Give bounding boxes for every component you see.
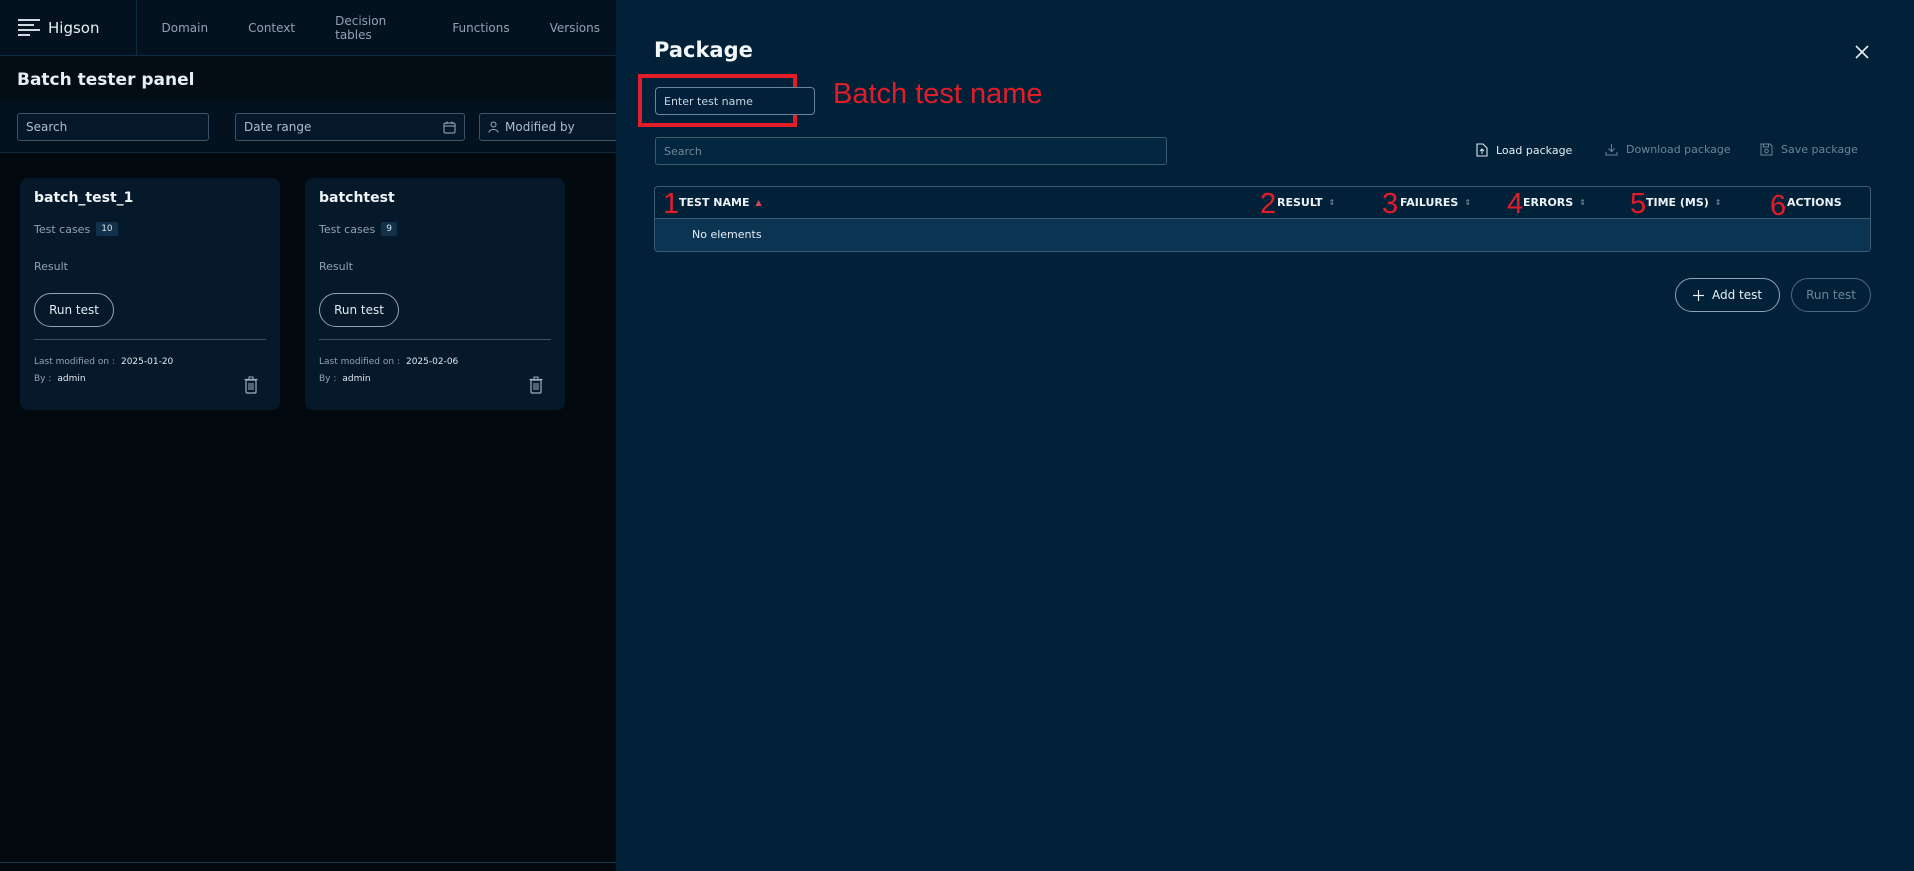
test-cases-count-badge: 10 <box>96 222 118 236</box>
file-upload-icon <box>1476 143 1488 157</box>
tests-table: 1 TEST NAME ▲ 2 RESULT ⇕ 3 FAILURES ⇕ 4 ERR… <box>654 186 1871 252</box>
nav-versions[interactable]: Versions <box>530 21 620 35</box>
package-search-input[interactable] <box>655 137 1167 165</box>
test-name-input[interactable] <box>655 87 815 115</box>
load-package-button[interactable]: Load package <box>1476 143 1572 157</box>
card-title: batch_test_1 <box>34 190 134 206</box>
save-package-button[interactable]: Save package <box>1760 143 1858 156</box>
column-label: ACTIONS <box>1787 196 1842 209</box>
panel-search-input[interactable]: Search <box>17 113 209 141</box>
download-icon <box>1605 144 1618 156</box>
nav-context[interactable]: Context <box>228 21 315 35</box>
top-bar: Higson Domain Context Decision tables Fu… <box>0 0 620 56</box>
test-cases-label: Test cases <box>319 222 376 236</box>
drawer-title: Package <box>654 38 753 62</box>
modified-by-select[interactable]: Modified by <box>479 113 619 141</box>
table-header: 1 TEST NAME ▲ 2 RESULT ⇕ 3 FAILURES ⇕ 4 ERR… <box>655 187 1870 222</box>
add-test-label: Add test <box>1711 288 1763 302</box>
load-package-label: Load package <box>1496 143 1573 157</box>
user-icon <box>488 121 499 133</box>
trash-icon[interactable] <box>529 376 543 394</box>
card-meta: Last modified on : 2025-02-06 By : admin <box>319 354 551 388</box>
nav-functions[interactable]: Functions <box>432 21 529 35</box>
column-label: RESULT <box>1277 196 1323 209</box>
app-name: Higson <box>48 18 100 37</box>
calendar-icon <box>443 121 456 133</box>
column-label: TEST NAME <box>679 196 750 209</box>
by-user: admin <box>342 374 371 384</box>
table-body: No elements <box>655 219 1870 251</box>
annotation-label: Batch test name <box>833 78 1043 110</box>
column-number: 1 <box>663 188 680 220</box>
add-test-button[interactable]: Add test <box>1675 278 1780 312</box>
by-user: admin <box>57 374 86 384</box>
trash-icon[interactable] <box>244 376 258 394</box>
modified-by-placeholder: Modified by <box>505 120 575 134</box>
modified-date: 2025-02-06 <box>405 357 459 367</box>
result-label: Result <box>319 260 353 273</box>
by-label: By : <box>34 374 52 384</box>
download-package-button[interactable]: Download package <box>1605 143 1731 156</box>
empty-message: No elements <box>692 228 762 241</box>
column-label: TIME (MS) <box>1646 196 1709 209</box>
column-errors[interactable]: ERRORS ⇕ <box>1523 196 1586 209</box>
page-title: Batch tester panel <box>17 70 195 90</box>
logo-icon <box>18 18 40 37</box>
column-number: 2 <box>1260 188 1277 220</box>
save-icon <box>1760 143 1773 156</box>
modified-date: 2025-01-20 <box>120 357 174 367</box>
nav-domain[interactable]: Domain <box>137 21 229 35</box>
date-range-input[interactable]: Date range <box>235 113 465 141</box>
save-package-label: Save package <box>1781 143 1858 156</box>
divider <box>34 339 266 340</box>
batch-card: batch_test_1 Test cases 10 Result Run te… <box>20 178 280 410</box>
divider <box>319 339 551 340</box>
column-actions: ACTIONS <box>1787 196 1842 209</box>
sort-asc-icon: ▲ <box>755 198 762 207</box>
column-number: 4 <box>1507 188 1524 220</box>
card-title: batchtest <box>319 190 395 206</box>
sort-icon: ⇕ <box>1464 198 1472 207</box>
test-cases-count-badge: 9 <box>381 222 397 236</box>
panel-search-placeholder: Search <box>26 120 68 134</box>
filter-bar: Search Date range Modified by <box>0 101 620 153</box>
logo[interactable]: Higson <box>0 0 137 56</box>
sort-icon: ⇕ <box>1579 198 1586 207</box>
column-result[interactable]: RESULT ⇕ <box>1277 196 1335 209</box>
card-area: batch_test_1 Test cases 10 Result Run te… <box>0 153 616 871</box>
date-range-placeholder: Date range <box>244 120 312 134</box>
sort-icon: ⇕ <box>1714 198 1722 207</box>
column-failures[interactable]: FAILURES ⇕ <box>1400 196 1471 209</box>
run-test-button[interactable]: Run test <box>34 293 114 327</box>
column-test-name[interactable]: TEST NAME ▲ <box>679 196 762 209</box>
run-test-button[interactable]: Run test <box>319 293 399 327</box>
bottom-divider <box>0 862 616 863</box>
plus-icon <box>1692 289 1704 301</box>
column-number: 3 <box>1382 188 1399 220</box>
batch-card: batchtest Test cases 9 Result Run test L… <box>305 178 565 410</box>
close-icon[interactable] <box>1854 44 1870 60</box>
modified-label: Last modified on : <box>34 357 115 367</box>
main-nav: Domain Context Decision tables Functions… <box>137 14 620 42</box>
modified-label: Last modified on : <box>319 357 400 367</box>
nav-decision-tables[interactable]: Decision tables <box>315 14 432 42</box>
download-package-label: Download package <box>1626 143 1731 156</box>
column-label: ERRORS <box>1523 196 1574 209</box>
package-drawer: Package Batch test name Load package Dow… <box>616 0 1914 871</box>
sort-icon: ⇕ <box>1328 198 1336 207</box>
test-cases-label: Test cases <box>34 222 91 236</box>
by-label: By : <box>319 374 337 384</box>
column-label: FAILURES <box>1400 196 1459 209</box>
column-time[interactable]: TIME (MS) ⇕ <box>1646 196 1722 209</box>
card-meta: Last modified on : 2025-01-20 By : admin <box>34 354 266 388</box>
run-package-button[interactable]: Run test <box>1791 278 1871 312</box>
column-number: 5 <box>1630 188 1647 220</box>
result-label: Result <box>34 260 68 273</box>
